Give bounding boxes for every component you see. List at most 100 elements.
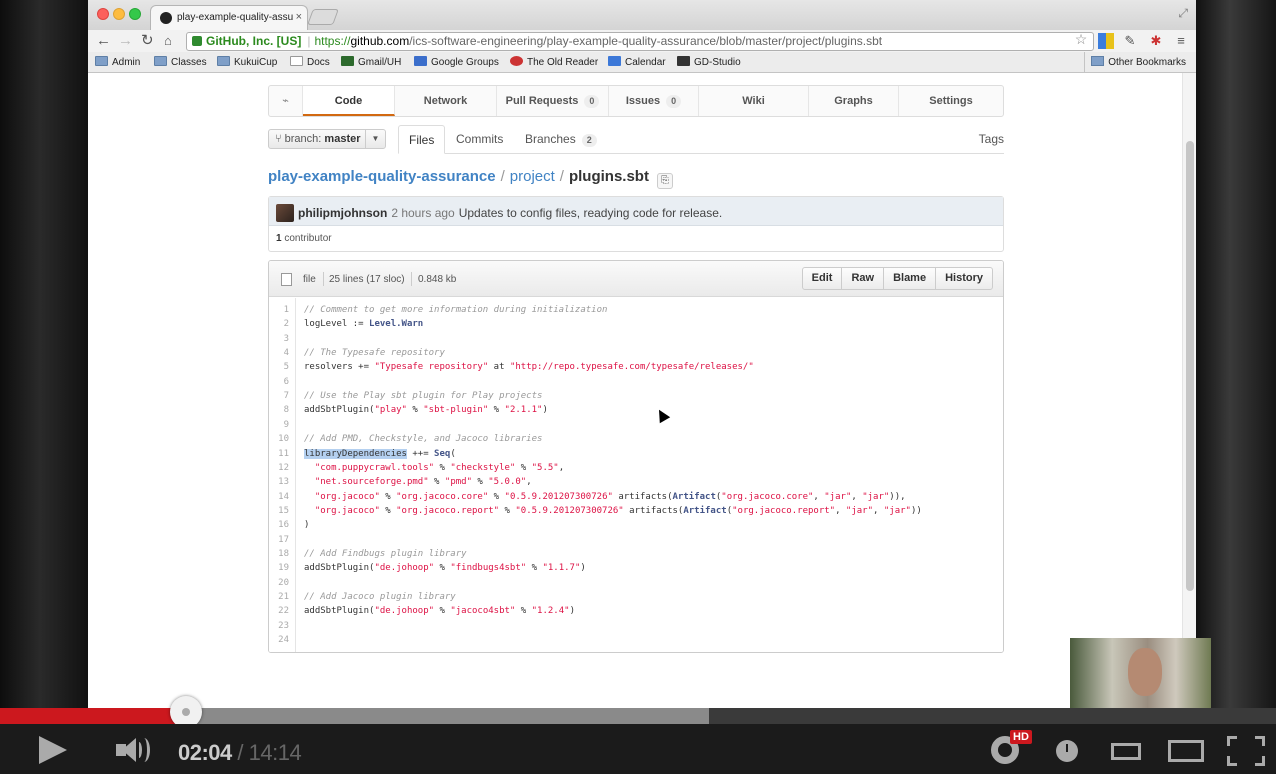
docs-icon bbox=[290, 56, 303, 66]
line-number[interactable]: 22 bbox=[269, 604, 289, 618]
other-bookmarks[interactable]: Other Bookmarks bbox=[1084, 52, 1196, 73]
line-number[interactable]: 10 bbox=[269, 432, 289, 446]
tab-issues[interactable]: Issues 0 bbox=[609, 86, 699, 116]
file-actions: Edit Raw Blame History bbox=[801, 267, 993, 290]
line-number[interactable]: 4 bbox=[269, 346, 289, 360]
file-lines: 25 lines (17 sloc) bbox=[329, 274, 405, 285]
bookmark-old-reader[interactable]: The Old Reader bbox=[510, 56, 598, 68]
tab-code[interactable]: Code bbox=[303, 86, 395, 116]
url-path: /ics-software-engineering/play-example-q… bbox=[409, 34, 883, 48]
volume-icon[interactable] bbox=[116, 738, 156, 762]
bookmark-google-groups[interactable]: Google Groups bbox=[414, 56, 499, 68]
minimize-window-button[interactable] bbox=[113, 8, 125, 20]
small-player-icon[interactable] bbox=[1111, 743, 1141, 760]
clipboard-icon[interactable]: ⎘ bbox=[656, 173, 673, 189]
bookmark-gd-studio[interactable]: GD-Studio bbox=[677, 56, 741, 68]
code-text: // Use the Play sbt plugin for Play proj… bbox=[304, 391, 543, 402]
webcam-overlay bbox=[1070, 638, 1211, 708]
line-number[interactable]: 3 bbox=[269, 332, 289, 346]
breadcrumb-repo[interactable]: play-example-quality-assurance bbox=[268, 168, 496, 185]
tab-network[interactable]: Network bbox=[395, 86, 497, 116]
menu-icon[interactable]: ≡ bbox=[1173, 33, 1189, 49]
file-size: 0.848 kb bbox=[418, 274, 457, 285]
code-text: addSbtPlugin("play" % "sbt-plugin" % "2.… bbox=[304, 405, 548, 416]
new-tab-button[interactable] bbox=[307, 9, 339, 25]
line-number[interactable]: 11 bbox=[269, 447, 289, 461]
line-number[interactable]: 1 bbox=[269, 303, 289, 317]
bookmark-admin[interactable]: Admin bbox=[95, 56, 140, 68]
large-player-icon[interactable] bbox=[1168, 740, 1204, 762]
code-text: "org.jacoco" % "org.jacoco.report" % "0.… bbox=[314, 505, 922, 516]
code-text: "net.sourceforge.pmd" % "pmd" % "5.0.0", bbox=[314, 477, 532, 488]
code-text: addSbtPlugin("de.johoop" % "findbugs4sbt… bbox=[304, 563, 586, 574]
tab-branches[interactable]: Branches 2 bbox=[515, 125, 607, 154]
line-number[interactable]: 18 bbox=[269, 547, 289, 561]
history-button[interactable]: History bbox=[936, 268, 992, 289]
issues-count: 0 bbox=[666, 95, 682, 108]
line-number[interactable]: 12 bbox=[269, 461, 289, 475]
watch-later-icon[interactable] bbox=[1056, 740, 1078, 762]
edit-button[interactable]: Edit bbox=[803, 268, 843, 289]
line-number[interactable]: 5 bbox=[269, 360, 289, 374]
bookmark-docs[interactable]: Docs bbox=[290, 56, 330, 68]
line-number[interactable]: 8 bbox=[269, 403, 289, 417]
line-number[interactable]: 20 bbox=[269, 576, 289, 590]
extension-badge-icon[interactable]: ✱ bbox=[1148, 33, 1164, 49]
tab-title: play-example-quality-assu bbox=[177, 12, 294, 23]
bookmark-star-icon[interactable]: ☆ bbox=[1073, 31, 1089, 47]
bookmark-classes[interactable]: Classes bbox=[154, 56, 207, 68]
commit-author[interactable]: philipmjohnson bbox=[298, 206, 387, 220]
line-number[interactable]: 6 bbox=[269, 375, 289, 389]
line-number[interactable]: 7 bbox=[269, 389, 289, 403]
file-mode: file bbox=[303, 274, 316, 285]
play-icon[interactable] bbox=[39, 736, 67, 764]
avatar[interactable] bbox=[276, 204, 294, 222]
folder-icon bbox=[154, 56, 167, 66]
back-icon[interactable]: ← bbox=[96, 32, 111, 50]
tab-commits[interactable]: Commits bbox=[446, 125, 513, 154]
line-number[interactable]: 24 bbox=[269, 633, 289, 647]
tab-pull-requests[interactable]: Pull Requests 0 bbox=[497, 86, 609, 116]
commit-message[interactable]: Updates to config files, readying code f… bbox=[459, 206, 722, 220]
branch-selector[interactable]: ⑂ branch: master ▼ bbox=[268, 129, 386, 149]
bookmark-kukuicup[interactable]: KukuiCup bbox=[217, 56, 277, 68]
page-scrollbar[interactable] bbox=[1182, 73, 1196, 708]
tab-graphs[interactable]: Graphs bbox=[809, 86, 899, 116]
line-number[interactable]: 21 bbox=[269, 590, 289, 604]
browser-toolbar: ← → ↻ ⌂ GitHub, Inc. [US] | https://github… bbox=[88, 30, 1196, 52]
line-number[interactable]: 14 bbox=[269, 490, 289, 504]
pulse-icon[interactable]: ⌁ bbox=[269, 86, 303, 116]
tab-wiki[interactable]: Wiki bbox=[699, 86, 809, 116]
raw-button[interactable]: Raw bbox=[842, 268, 885, 289]
scrollbar-thumb[interactable] bbox=[1186, 141, 1194, 591]
line-number[interactable]: 16 bbox=[269, 518, 289, 532]
line-number[interactable]: 2 bbox=[269, 317, 289, 331]
tab-files[interactable]: Files bbox=[398, 125, 446, 154]
blame-button[interactable]: Blame bbox=[884, 268, 937, 289]
line-number[interactable]: 13 bbox=[269, 475, 289, 489]
address-bar[interactable]: GitHub, Inc. [US] | https://github.com/ics… bbox=[186, 32, 1094, 51]
breadcrumb-dir[interactable]: project bbox=[510, 168, 555, 185]
tags-link[interactable]: Tags bbox=[979, 125, 1004, 154]
uh-icon bbox=[341, 56, 354, 66]
wrench-icon[interactable]: ✎ bbox=[1122, 33, 1138, 49]
forward-icon[interactable]: → bbox=[118, 32, 133, 50]
close-window-button[interactable] bbox=[97, 8, 109, 20]
browser-tab[interactable]: play-example-quality-assu × bbox=[150, 5, 308, 30]
home-icon[interactable]: ⌂ bbox=[164, 32, 172, 50]
line-number[interactable]: 23 bbox=[269, 619, 289, 633]
tab-close-icon[interactable]: × bbox=[296, 11, 302, 23]
extension-icon[interactable] bbox=[1098, 33, 1114, 49]
bookmark-calendar[interactable]: Calendar bbox=[608, 56, 666, 68]
line-number[interactable]: 15 bbox=[269, 504, 289, 518]
line-number[interactable]: 17 bbox=[269, 533, 289, 547]
fullscreen-icon[interactable]: ⤢ bbox=[1178, 6, 1188, 21]
bookmark-gmail[interactable]: Gmail/UH bbox=[341, 56, 401, 68]
line-number[interactable]: 9 bbox=[269, 418, 289, 432]
fullscreen-player-icon[interactable] bbox=[1227, 736, 1265, 766]
reload-icon[interactable]: ↻ bbox=[141, 32, 154, 50]
zoom-window-button[interactable] bbox=[129, 8, 141, 20]
tab-settings[interactable]: Settings bbox=[899, 86, 1003, 116]
line-number[interactable]: 19 bbox=[269, 561, 289, 575]
google-groups-icon bbox=[414, 56, 427, 66]
